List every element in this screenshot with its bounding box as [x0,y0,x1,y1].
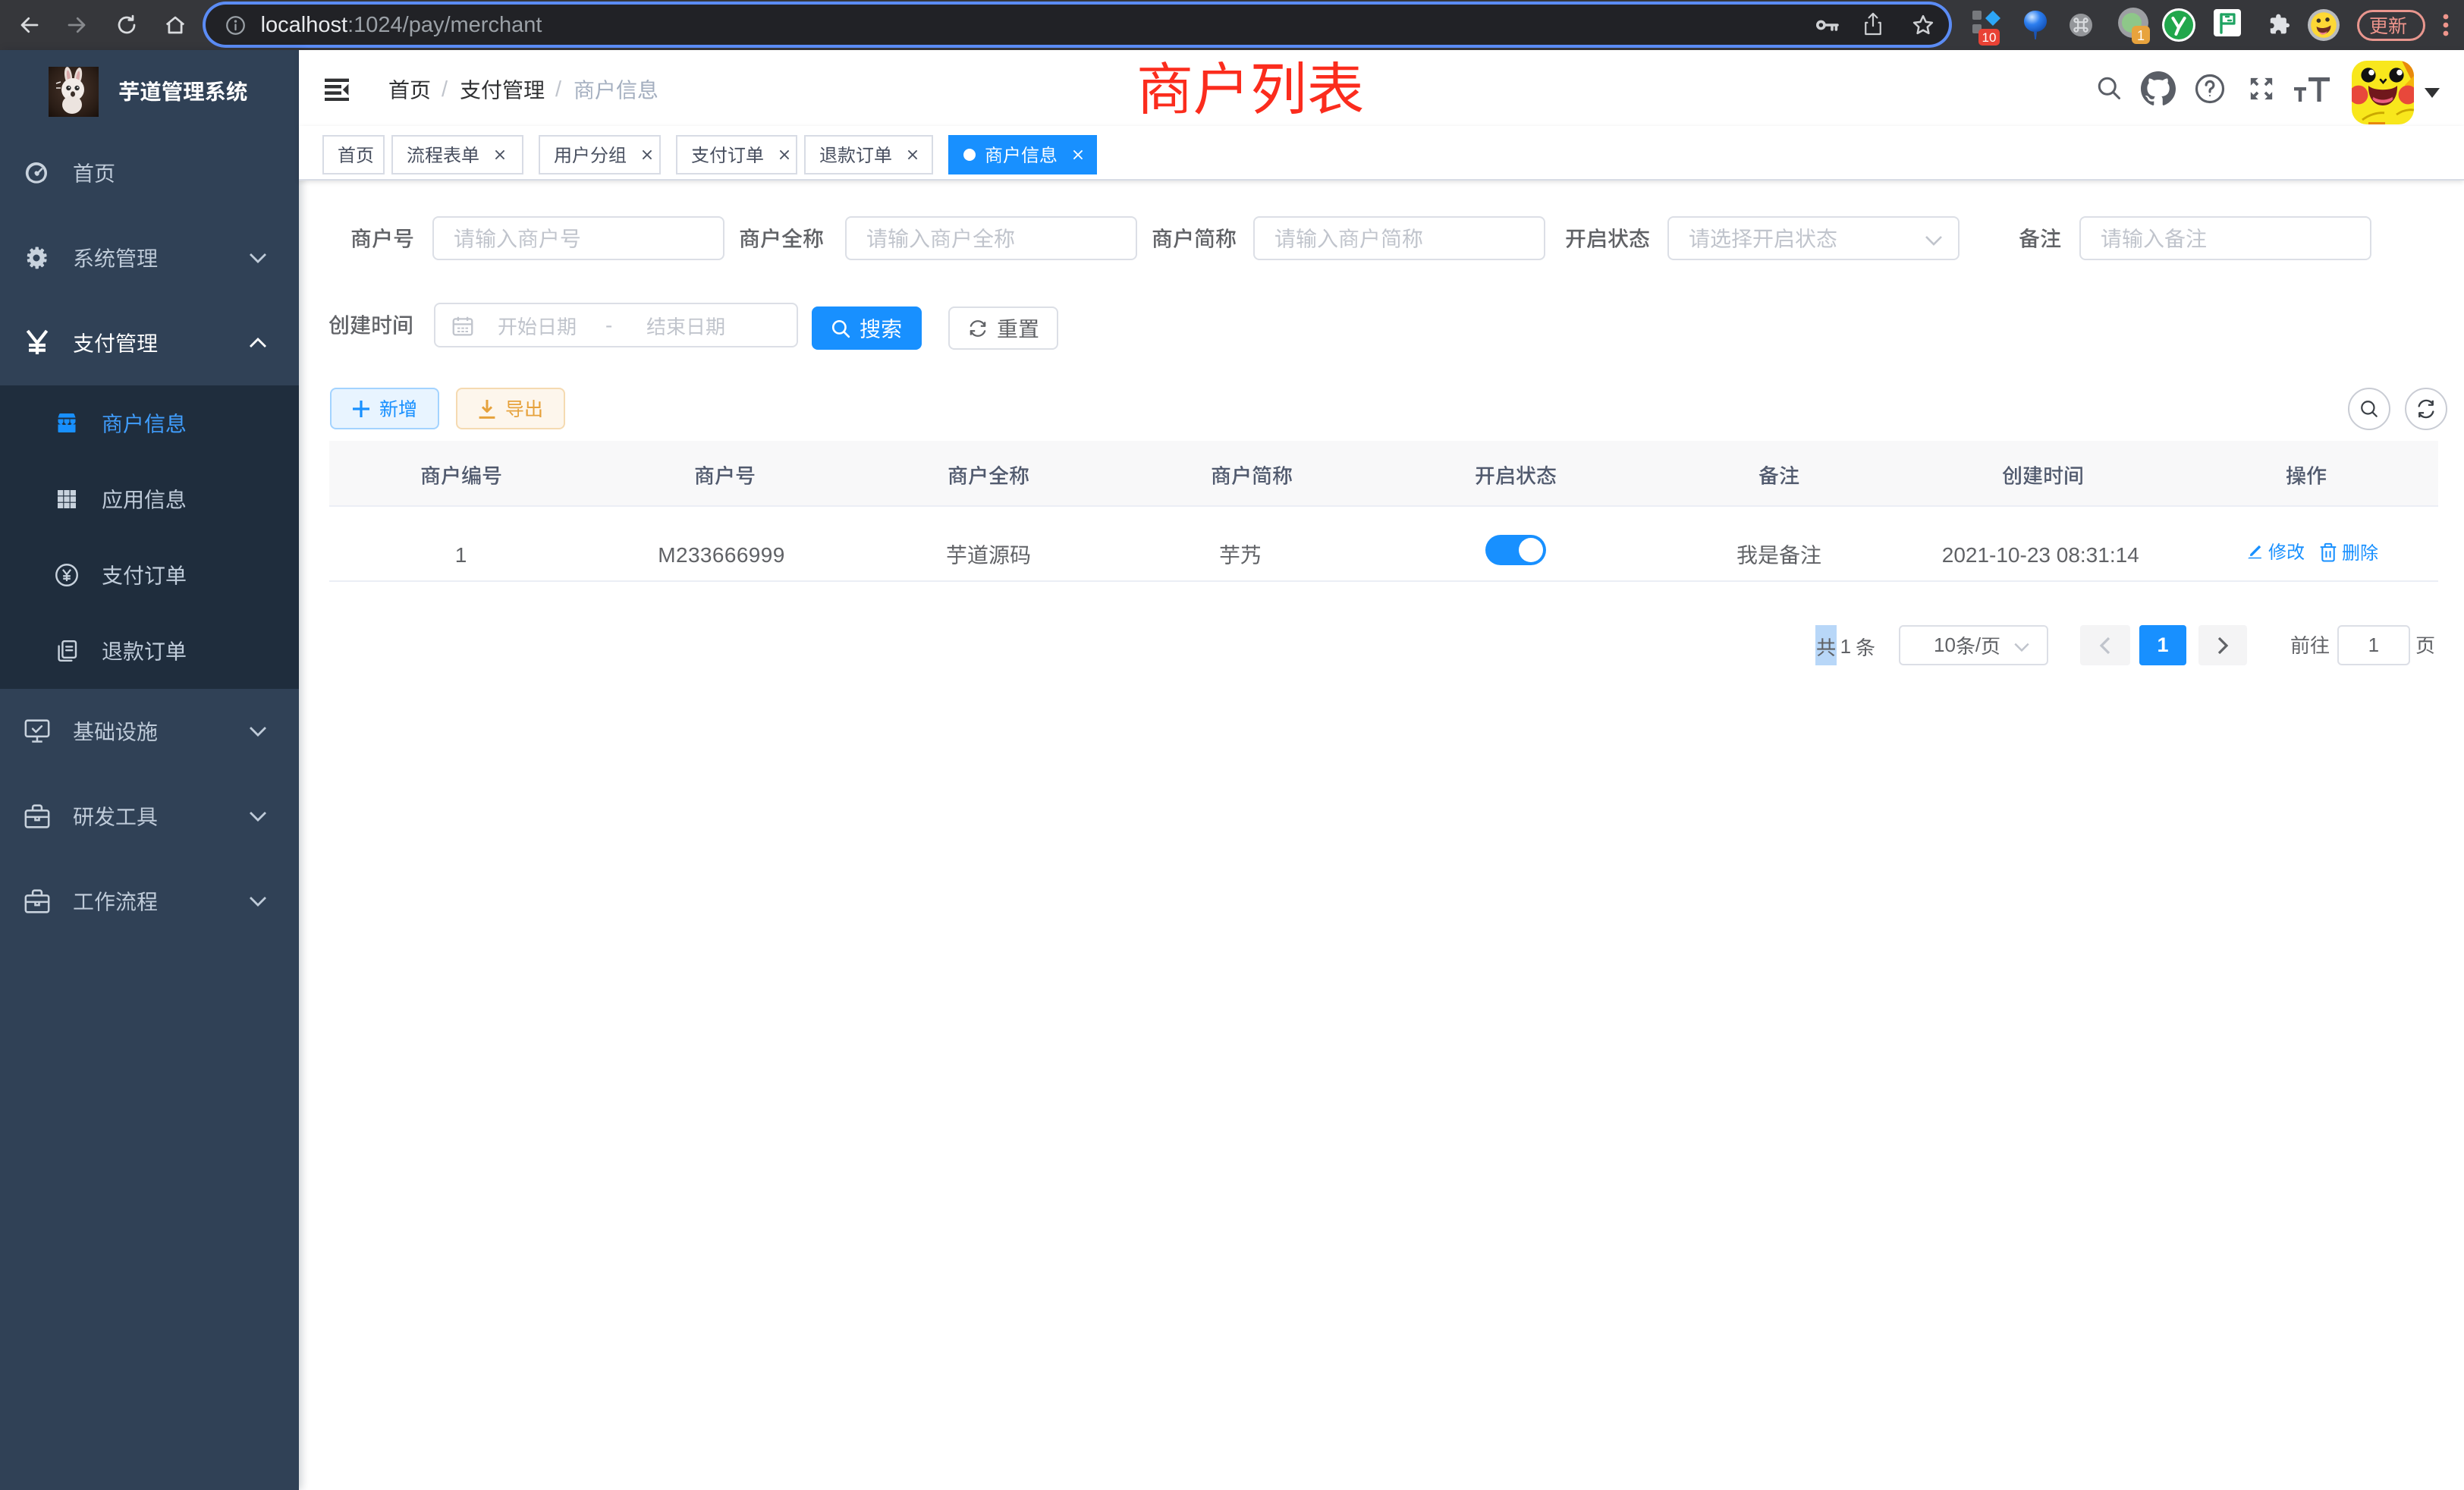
svg-text:10: 10 [1982,30,1997,45]
svg-text:1: 1 [2137,28,2145,43]
